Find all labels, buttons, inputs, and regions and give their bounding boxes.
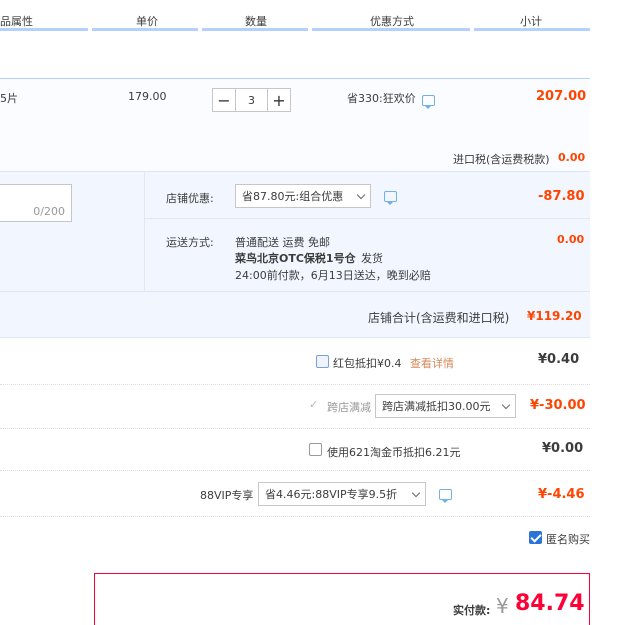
chevron-down-icon (411, 488, 421, 498)
divider (0, 516, 590, 517)
divider (0, 428, 590, 429)
taojinbi-checkbox[interactable] (309, 443, 322, 456)
anonymous-checkbox[interactable] (529, 531, 542, 544)
vip-value: ¥-4.46 (538, 487, 585, 502)
item-attr: 5片 (0, 92, 18, 105)
header-underline (0, 28, 88, 31)
shop-discount-label: 店铺优惠: (166, 192, 214, 205)
qty-plus-button[interactable]: + (267, 88, 291, 112)
shipping-value: 0.00 (557, 233, 585, 246)
pay-currency: ¥ (496, 594, 509, 618)
col-subtotal-header: 小计 (520, 15, 542, 28)
vip-selected: 省4.46元:88VIP专享9.5折 (265, 488, 398, 501)
chat-icon[interactable] (439, 489, 452, 503)
header-underline (312, 28, 470, 31)
cross-store-value: ¥-30.00 (530, 398, 586, 413)
cross-store-selected: 跨店满减抵扣30.00元 (382, 400, 491, 413)
chevron-down-icon (501, 400, 511, 410)
chevron-down-icon (356, 190, 366, 200)
cross-store-select[interactable]: 跨店满减抵扣30.00元 (375, 394, 516, 418)
pay-label: 实付款: (453, 604, 491, 617)
pay-value: 84.74 (515, 591, 585, 616)
item-discount: 省330:狂欢价 (347, 92, 416, 105)
taojinbi-value: ¥0.00 (542, 441, 584, 456)
vip-select[interactable]: 省4.46元:88VIP专享9.5折 (258, 482, 426, 506)
redpacket-checkbox[interactable] (316, 355, 329, 368)
shop-discount-value: -87.80 (538, 189, 585, 204)
shipping-line3: 24:00前付款，6月13日送达，晚到必赔 (235, 269, 431, 282)
divider (0, 470, 590, 471)
shop-total-value: ¥119.20 (527, 309, 582, 323)
payment-summary-box: 实付款: ¥ 84.74 (94, 573, 590, 625)
shipping-label: 运送方式: (166, 236, 214, 249)
divider (144, 172, 145, 292)
shipping-line1: 普通配送 运费 免邮 (235, 236, 330, 249)
header-underline (474, 28, 590, 31)
seller-message-input[interactable]: 0/200 (0, 184, 72, 222)
shop-discount-selected: 省87.80元:组合优惠 (242, 190, 344, 203)
divider (0, 384, 590, 385)
cart-header: 品属性 单价 数量 优惠方式 小计 (0, 0, 590, 34)
import-tax-value: 0.00 (558, 151, 586, 164)
shipping-warehouse: 菜鸟北京OTC保税1号仓 (235, 252, 356, 265)
col-attrs-header: 品属性 (0, 15, 33, 28)
cross-store-label: 跨店满减 (327, 401, 371, 414)
message-counter: 0/200 (33, 205, 65, 218)
header-underline (202, 28, 308, 31)
shipping-line2-rest: 发货 (361, 252, 383, 265)
check-icon: ✓ (309, 398, 319, 411)
anonymous-label: 匿名购买 (546, 533, 590, 546)
item-price: 179.00 (128, 90, 167, 103)
redpacket-value: ¥0.40 (538, 352, 580, 367)
redpacket-label: 红包抵扣¥0.4 (333, 357, 402, 370)
quantity-stepper: − 3 + (212, 88, 291, 112)
shop-discount-select[interactable]: 省87.80元:组合优惠 (235, 184, 371, 208)
col-discount-header: 优惠方式 (370, 15, 414, 28)
chat-icon[interactable] (422, 95, 435, 109)
import-tax-label: 进口税(含运费税款) (453, 153, 550, 166)
redpacket-detail-link[interactable]: 查看详情 (410, 355, 454, 371)
header-underline (92, 28, 198, 31)
col-price-header: 单价 (136, 15, 158, 28)
chat-icon[interactable] (384, 191, 397, 205)
col-qty-header: 数量 (245, 15, 267, 28)
vip-label: 88VIP专享 (200, 489, 254, 502)
qty-input[interactable]: 3 (236, 88, 267, 112)
item-subtotal: 207.00 (536, 89, 587, 104)
qty-minus-button[interactable]: − (212, 88, 236, 112)
taojinbi-label: 使用621淘金币抵扣6.21元 (327, 446, 461, 459)
divider (145, 218, 590, 219)
shop-total-label: 店铺合计(含运费和进口税) (368, 311, 510, 325)
